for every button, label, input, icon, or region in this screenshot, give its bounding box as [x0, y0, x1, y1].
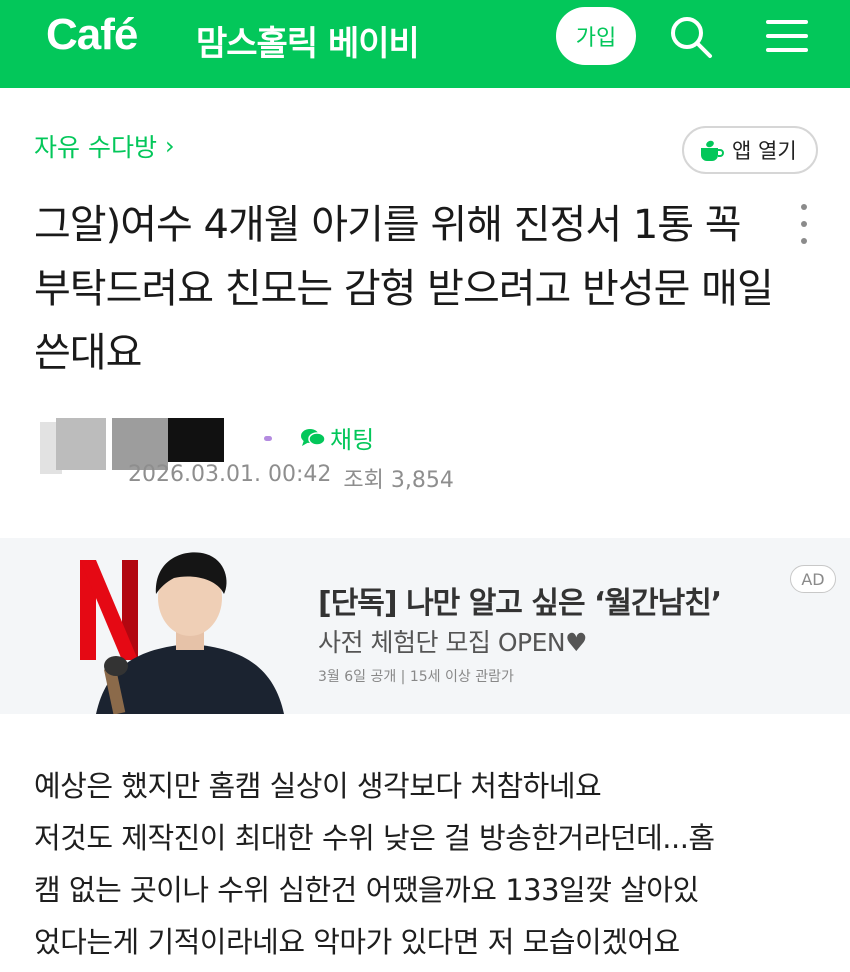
cafe-name[interactable]: 맘스홀릭 베이비 — [196, 16, 420, 65]
cafe-logo[interactable]: Café — [46, 10, 138, 60]
body-line: 저것도 제작진이 최대한 수위 낮은 걸 방송한거라던데...홈 — [34, 821, 715, 855]
post-body: 예상은 했지만 홈캠 실상이 생각보다 처참하네요 저것도 제작진이 최대한 수… — [34, 760, 834, 968]
ad-person-image — [96, 552, 284, 714]
chevron-right-icon: › — [164, 132, 175, 160]
chat-label: 채팅 — [330, 426, 375, 454]
top-header: Café 맘스홀릭 베이비 가입 — [0, 0, 850, 88]
views-label: 조회 — [343, 468, 384, 493]
chat-button[interactable]: 채팅 — [300, 420, 374, 455]
more-dot-icon — [801, 221, 807, 227]
board-link[interactable]: 자유 수다방 › — [34, 128, 175, 164]
app-open-button[interactable]: 앱 열기 — [682, 126, 818, 174]
more-dot-icon — [801, 238, 807, 244]
app-open-label: 앱 열기 — [732, 139, 797, 163]
post-date: 2026.03.01. 00:42 — [128, 462, 332, 487]
more-options-button[interactable] — [794, 204, 814, 244]
views-count: 3,854 — [390, 468, 454, 493]
ad-title: [단독] 나만 알고 싶은 ‘월간남친’ — [318, 586, 722, 621]
redaction-block — [168, 418, 224, 462]
member-grade-icon — [264, 436, 272, 441]
cafe-app-icon — [701, 140, 724, 161]
ad-badge[interactable]: AD — [790, 565, 836, 593]
hamburger-menu-icon — [766, 20, 808, 52]
chat-bubble-icon — [301, 428, 326, 446]
search-button[interactable] — [668, 14, 714, 60]
more-dot-icon — [801, 204, 807, 210]
post-meta: 2026.03.01. 00:42 조회 3,854 — [128, 462, 454, 494]
join-button[interactable]: 가입 — [556, 7, 636, 65]
post-title: 그알)여수 4개월 아기를 위해 진정서 1통 꼭 부탁드려요 친모는 감형 받… — [34, 202, 774, 376]
body-line: 었다는게 기적이라네요 악마가 있다면 저 모습이겠어요 — [34, 925, 680, 959]
menu-button[interactable] — [766, 16, 808, 56]
ad-subtitle: 사전 체험단 모집 OPEN♥ — [318, 628, 588, 657]
search-icon — [671, 17, 712, 58]
body-line: 캠 없는 곳이나 수위 심한건 어땠을까요 133일깢 살아있 — [34, 873, 699, 907]
board-name: 자유 수다방 — [34, 133, 157, 162]
body-line: 예상은 했지만 홈캠 실상이 생각보다 처참하네요 — [34, 769, 602, 803]
redaction-block — [56, 418, 106, 470]
ad-info: 3월 6일 공개 | 15세 이상 관람가 — [318, 669, 514, 685]
